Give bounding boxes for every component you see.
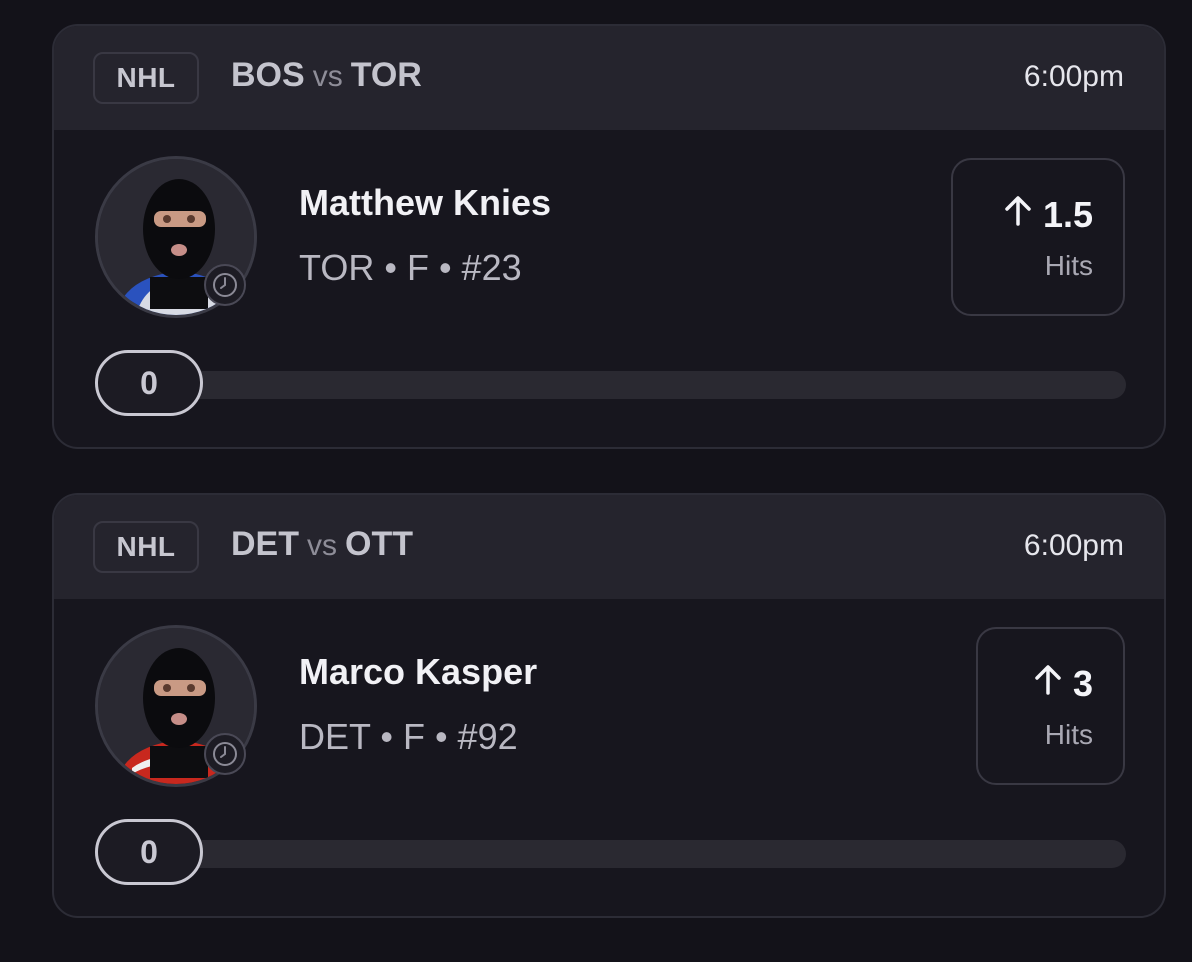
clock-icon xyxy=(204,264,246,306)
vs-label: vs xyxy=(312,60,343,93)
line-value-row: 1.5 xyxy=(1003,194,1093,236)
line-value: 1.5 xyxy=(1042,194,1093,235)
prop-card[interactable]: NHL DET vs OTT 6:00pm Marco Kasper DET •… xyxy=(52,493,1166,918)
card-header: NHL BOS vs TOR 6:00pm xyxy=(54,26,1164,130)
line-button[interactable]: 3 Hits xyxy=(976,627,1125,785)
player-name: Marco Kasper xyxy=(299,651,538,692)
matchup: DET vs OTT xyxy=(231,525,413,564)
progress-track xyxy=(154,840,1126,868)
league-badge: NHL xyxy=(93,521,199,573)
matchup: BOS vs TOR xyxy=(231,56,422,95)
home-team: BOS xyxy=(231,56,305,94)
progress-value: 0 xyxy=(95,819,203,885)
arrow-up-icon xyxy=(1003,194,1033,236)
game-time: 6:00pm xyxy=(1023,60,1124,93)
card-header: NHL DET vs OTT 6:00pm xyxy=(54,495,1164,599)
clock-icon xyxy=(204,733,246,775)
prop-card[interactable]: NHL BOS vs TOR 6:00pm Matthew Knies TOR … xyxy=(52,24,1166,449)
vs-label: vs xyxy=(307,529,337,562)
line-stat: Hits xyxy=(1044,250,1093,281)
line-value: 3 xyxy=(1072,663,1093,704)
progress-value: 0 xyxy=(95,350,203,416)
progress-track xyxy=(154,371,1126,399)
player-meta: TOR • F • #23 xyxy=(299,247,522,288)
line-stat: Hits xyxy=(1044,719,1093,750)
line-button[interactable]: 1.5 Hits xyxy=(951,158,1125,316)
league-badge: NHL xyxy=(93,52,199,104)
props-list: NHL BOS vs TOR 6:00pm Matthew Knies TOR … xyxy=(0,0,1192,962)
away-team: OTT xyxy=(345,525,413,563)
player-name: Matthew Knies xyxy=(299,182,552,223)
line-value-row: 3 xyxy=(1033,663,1093,705)
away-team: TOR xyxy=(350,56,422,94)
home-team: DET xyxy=(231,525,299,563)
arrow-up-icon xyxy=(1033,663,1063,705)
game-time: 6:00pm xyxy=(1023,529,1124,562)
player-meta: DET • F • #92 xyxy=(299,716,518,757)
